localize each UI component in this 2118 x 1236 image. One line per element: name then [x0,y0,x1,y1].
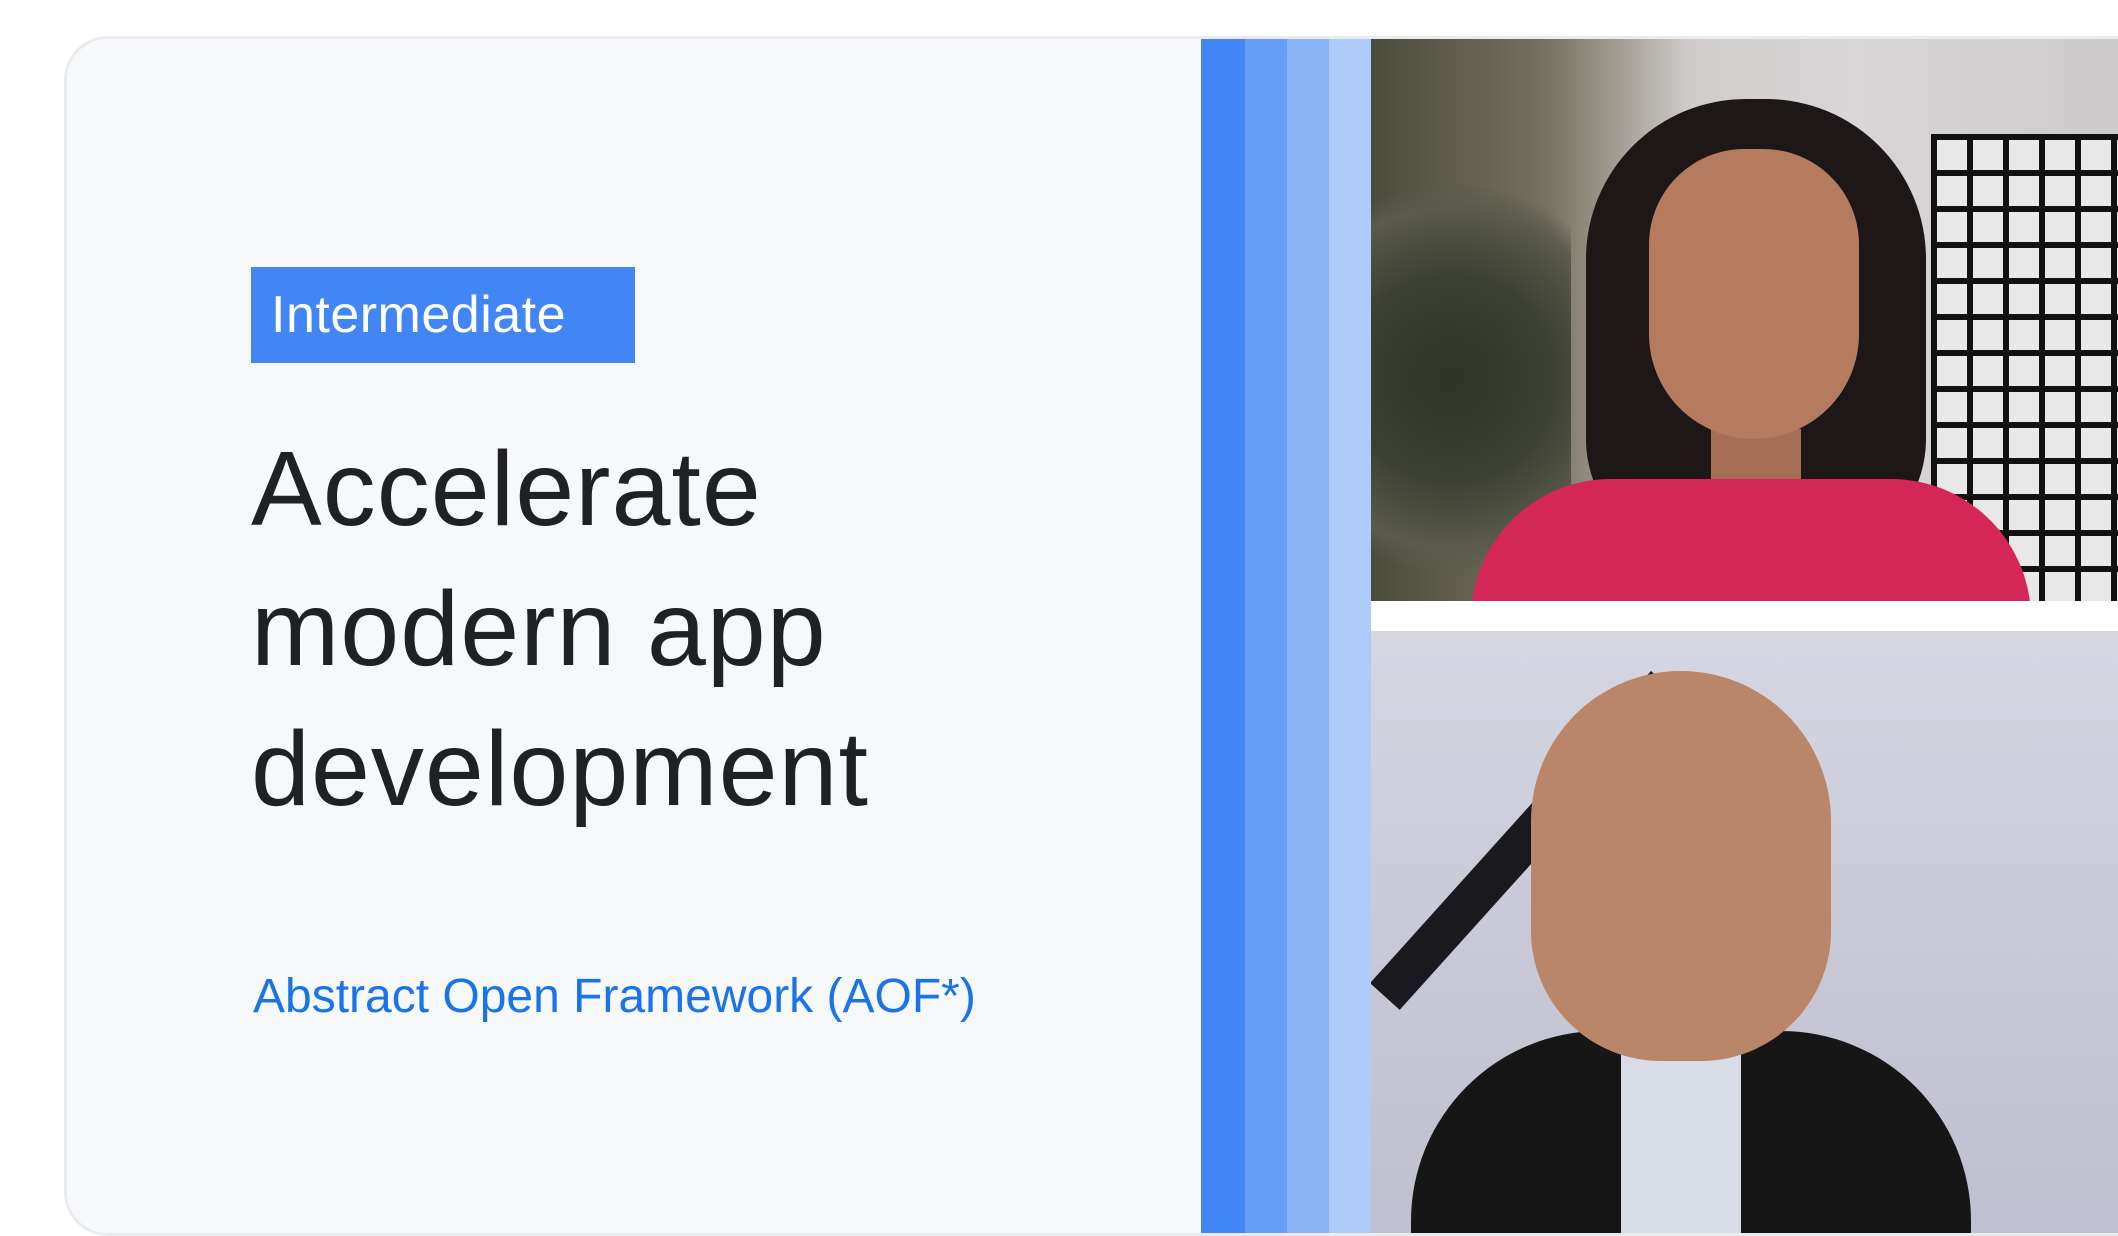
course-title-line-1: Accelerate [251,430,762,548]
accent-stripe-4 [1329,39,1371,1233]
level-badge: Intermediate [251,267,635,363]
course-title-line-2: modern app [251,570,827,688]
video-divider [1371,601,2118,631]
course-title: Accelerate modern app development [251,419,1151,839]
card-text-panel: Intermediate Accelerate modern app devel… [67,39,1201,1233]
course-card[interactable]: Intermediate Accelerate modern app devel… [64,36,2118,1236]
presenter-video-1 [1371,39,2118,601]
presenter-2-shirt [1621,1041,1741,1233]
accent-stripe-3 [1287,39,1329,1233]
accent-stripe-1 [1201,39,1245,1233]
presenter-1-jacket [1471,479,2031,601]
course-subtitle: Abstract Open Framework (AOF*) [253,970,976,1023]
course-title-line-3: development [251,710,869,828]
presenter-video-2 [1371,631,2118,1233]
presenter-2-face [1531,671,1831,1061]
presenter-1-face [1649,149,1859,439]
accent-stripe-2 [1245,39,1287,1233]
